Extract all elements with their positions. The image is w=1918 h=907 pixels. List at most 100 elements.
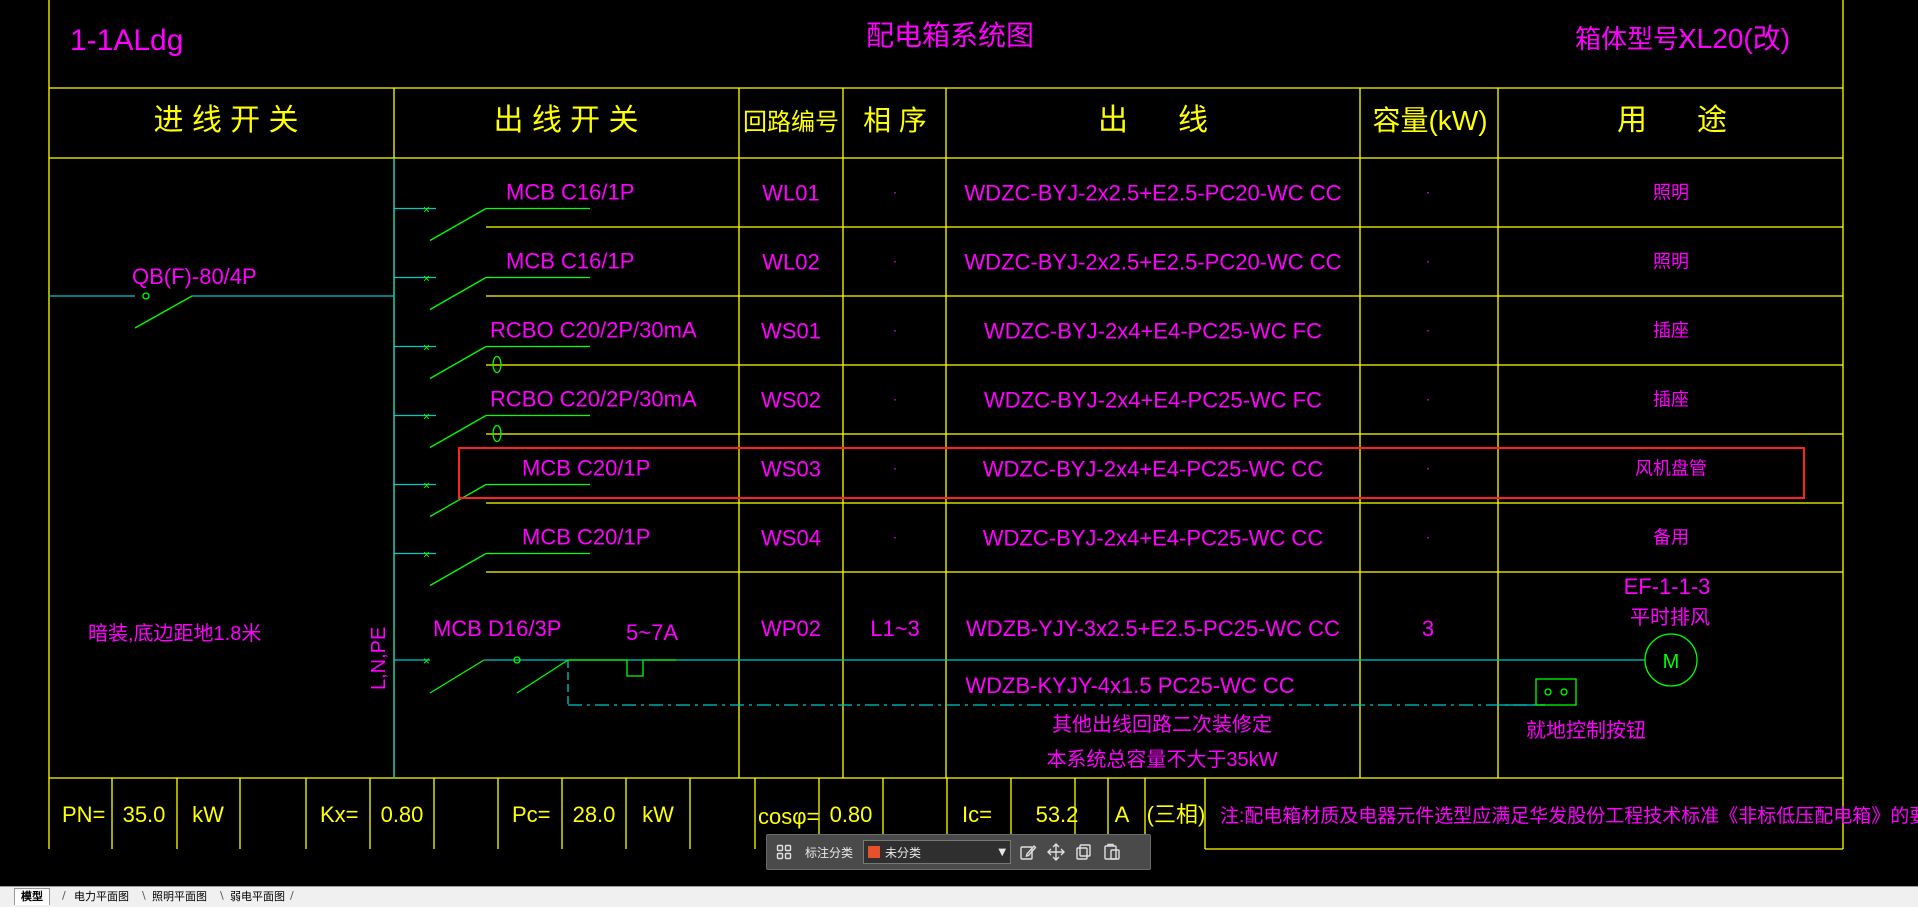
circuit-cable: WDZC-BYJ-2x4+E4-PC25-WC FC (984, 388, 1322, 413)
model-value: XL20(改) (1678, 23, 1790, 54)
kx-value: 0.80 (381, 802, 424, 827)
circuit-breaker-label: RCBO C20/2P/30mA (490, 387, 697, 412)
tab-lighting-plan[interactable]: 照明平面图 (146, 889, 213, 905)
pn-unit: kW (192, 802, 224, 827)
control-button-symbol (1535, 678, 1577, 706)
circuit-purpose: 风机盘管 (1635, 459, 1707, 479)
motor-phase: L1~3 (870, 616, 920, 641)
circuit-purpose: 备用 (1653, 528, 1689, 548)
header-outlet: 出 线 (1098, 104, 1208, 137)
ic-label: Ic= (962, 802, 992, 827)
circuit-capacity: · (1426, 184, 1431, 200)
control-cable: WDZB-KYJY-4x1.5 PC25-WC CC (965, 673, 1294, 698)
copy-icon[interactable] (1073, 841, 1095, 863)
circuit-breaker-label: MCB C16/1P (506, 180, 634, 205)
motor-cable: WDZB-YJY-3x2.5+E2.5-PC25-WC CC (966, 616, 1340, 641)
outgoing-circuits: × MCB C16/1P WL01 · WDZC-BYJ-2x2.5+E2.5-PC20… (394, 180, 1707, 587)
circuit-number[interactable]: WS02 (761, 388, 821, 413)
circuit-purpose: 照明 (1653, 183, 1689, 203)
circuit-number[interactable]: WS03 (761, 457, 821, 482)
circuit-breaker-mark: × (423, 341, 430, 355)
circuit-switch-blade[interactable] (429, 207, 487, 242)
note-line-2: 本系统总容量不大于35kW (1046, 748, 1277, 771)
paste-icon[interactable] (1101, 841, 1123, 863)
header-phase: 相 序 (863, 105, 927, 136)
incoming-switch-symbol[interactable] (49, 292, 394, 329)
circuit-breaker-label: MCB C20/1P (522, 456, 650, 481)
circuit-phase: · (893, 460, 898, 476)
move-icon[interactable] (1045, 841, 1067, 863)
incoming-breaker-label: QB(F)-80/4P (132, 264, 257, 289)
pc-value: 28.0 (573, 802, 616, 827)
circuit-breaker-label: RCBO C20/2P/30mA (490, 318, 697, 343)
model-label: 箱体型号: (1575, 24, 1686, 54)
circuit-breaker-label: MCB C16/1P (506, 249, 634, 274)
circuit-cable: WDZC-BYJ-2x2.5+E2.5-PC20-WC CC (964, 250, 1341, 275)
category-color-swatch (868, 846, 881, 858)
control-button-label: 就地控制按钮 (1526, 719, 1646, 742)
annotation-category-label: 标注分类 (805, 845, 854, 860)
circuit-cable: WDZC-BYJ-2x4+E4-PC25-WC CC (983, 457, 1324, 482)
annotation-category-value: 未分类 (885, 845, 922, 860)
circuit-switch-blade[interactable] (429, 414, 487, 449)
tab-lowvoltage-plan[interactable]: 弱电平面图 (224, 889, 291, 905)
circuit-switch-blade[interactable] (429, 276, 487, 311)
header-circuit-no: 回路编号 (743, 109, 839, 136)
layout-tabbar: 模型 / 电力平面图 \ 照明平面图 \ 弱电平面图 / (0, 886, 1918, 907)
cad-drawing-canvas[interactable]: 1-1ALdg 配电箱系统图 箱体型号: XL20(改) 进 线 开 关 出 线… (0, 0, 1918, 886)
kx-label: Kx= (320, 802, 359, 827)
circuit-cable: WDZC-BYJ-2x4+E4-PC25-WC FC (984, 319, 1322, 344)
header-outgoing: 出 线 开 关 (493, 104, 638, 137)
cos-label: cosφ= (758, 804, 819, 829)
circuit-switch-blade[interactable] (429, 552, 487, 587)
circuit-breaker-mark: × (423, 410, 430, 424)
tab-power-plan[interactable]: 电力平面图 (68, 889, 135, 905)
summary-remark: 注:配电箱材质及电器元件选型应满足华发股份工程技术标准《非标低压配电箱》的要求 (1220, 805, 1918, 827)
motor-overload-label: 5~7A (626, 620, 678, 645)
ic-unit: A (1115, 802, 1130, 827)
tab-separator: / (290, 889, 294, 902)
tab-model[interactable]: 模型 (14, 888, 50, 905)
circuit-breaker-mark: × (423, 272, 430, 286)
circuit-number[interactable]: WS01 (761, 319, 821, 344)
box-id: 1-1ALdg (70, 24, 183, 57)
circuit-capacity: · (1426, 460, 1431, 476)
install-note: 暗装,底边距地1.8米 (88, 622, 261, 645)
circuit-phase: · (893, 322, 898, 338)
pn-label: PN= (62, 802, 105, 827)
circuit-capacity: · (1426, 529, 1431, 545)
header-purpose: 用 途 (1617, 104, 1727, 137)
circuit-capacity: · (1426, 253, 1431, 269)
circuit-phase: · (893, 391, 898, 407)
circuit-breaker-label: MCB C20/1P (522, 525, 650, 550)
circuit-purpose: 插座 (1653, 390, 1689, 410)
annotation-toolbar: 标注分类 未分类 ▼ (766, 834, 1151, 870)
drawing-title: 配电箱系统图 (866, 20, 1034, 51)
tab-separator: / (62, 889, 66, 902)
pc-unit: kW (642, 802, 674, 827)
cos-value: 0.80 (830, 802, 873, 827)
circuit-phase: · (893, 253, 898, 269)
ic-value: 53.2 (1036, 802, 1079, 827)
edit-icon[interactable] (1017, 841, 1039, 863)
motor-capacity: 3 (1422, 616, 1434, 641)
header-capacity: 容量(kW) (1372, 105, 1487, 136)
note-line-1: 其他出线回路二次装修定 (1052, 713, 1272, 736)
pc-label: Pc= (512, 802, 551, 827)
grid-icon[interactable] (773, 841, 795, 863)
annotation-category-select[interactable]: 未分类 ▼ (863, 840, 1012, 864)
bus-label: L,N,PE (368, 627, 390, 690)
chevron-down-icon: ▼ (998, 846, 1007, 858)
circuit-capacity: · (1426, 391, 1431, 407)
circuit-number[interactable]: WL02 (762, 250, 819, 275)
equipment-id: EF-1-1-3 (1624, 574, 1711, 599)
circuit-capacity: · (1426, 322, 1431, 338)
circuit-number[interactable]: WL01 (762, 181, 819, 206)
circuit-purpose: 照明 (1653, 252, 1689, 272)
circuit-number[interactable]: WS04 (761, 526, 821, 551)
circuit-switch-blade[interactable] (429, 345, 487, 380)
circuit-cable: WDZC-BYJ-2x2.5+E2.5-PC20-WC CC (964, 181, 1341, 206)
circuit-purpose: 插座 (1653, 321, 1689, 341)
motor-circuit-no: WP02 (761, 616, 821, 641)
ic-phase: (三相) (1147, 802, 1206, 827)
